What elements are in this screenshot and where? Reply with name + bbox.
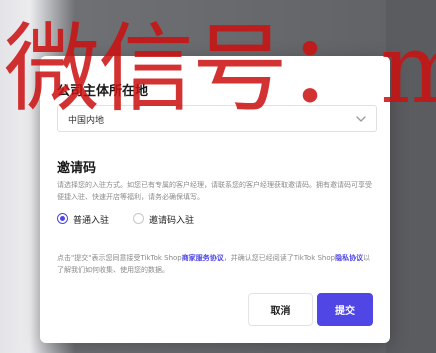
region-select[interactable]: 中国内地	[57, 105, 377, 132]
entry-method-radio-group: 普通入驻 邀请码入驻	[57, 211, 377, 227]
submit-button[interactable]: 提交	[317, 293, 373, 326]
chevron-down-icon	[356, 116, 366, 122]
region-select-value: 中国内地	[68, 116, 105, 126]
radio-unchecked-icon	[133, 213, 144, 224]
invite-description: 请选择您的入驻方式。如您已有专属的客户经理，请联系您的客户经理获取邀请码。拥有邀…	[57, 181, 372, 201]
radio-checked-icon	[57, 213, 68, 224]
region-section-title: 公司主体所在地	[57, 84, 149, 99]
legal-notice: 点击"提交"表示您同意接受TikTok Shop商家服务协议，并确认您已经阅读了…	[57, 252, 377, 276]
onboarding-dialog: 公司主体所在地 中国内地 邀请码 请选择您的入驻方式。如您已有专属的客户经理，请…	[40, 56, 390, 343]
merchant-service-agreement-link[interactable]: 商家服务协议	[182, 254, 224, 262]
privacy-policy-link[interactable]: 隐私协议	[335, 254, 363, 262]
legal-middle: ，并确认您已经阅读了TikTok Shop	[223, 254, 336, 262]
cancel-button[interactable]: 取消	[248, 293, 313, 326]
backdrop-page-edge	[386, 0, 436, 353]
radio-standard-entry-label: 普通入驻	[73, 216, 110, 226]
radio-invite-code-entry-label: 邀请码入驻	[149, 216, 195, 226]
invite-section-title: 邀请码	[57, 161, 97, 176]
legal-prefix: 点击"提交"表示您同意接受TikTok Shop	[57, 254, 182, 262]
